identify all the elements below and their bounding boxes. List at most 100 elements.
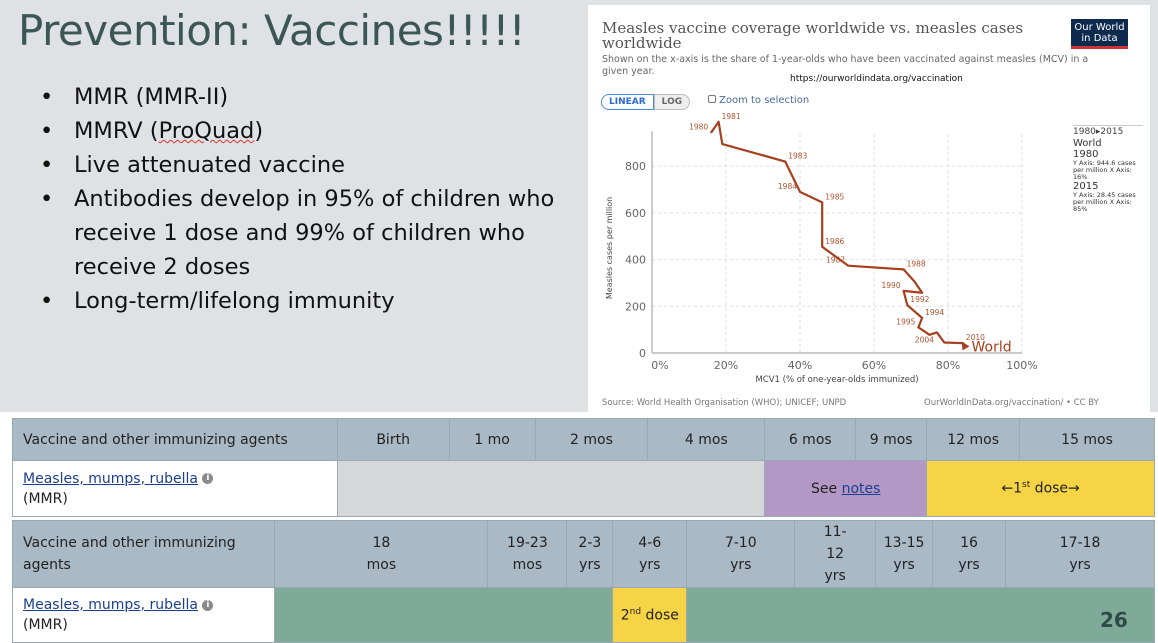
table-row: Measles, mumps, rubella i (MMR) 2nd dose xyxy=(11,587,1155,643)
data-label-1991: 1990 xyxy=(882,281,901,290)
header-cell: 15 mos xyxy=(1019,418,1155,461)
table-row: Measles, mumps, rubella i (MMR) See notes… xyxy=(12,460,1155,517)
dose-text: 2 xyxy=(620,607,630,624)
data-label-1984: 1984 xyxy=(778,182,797,191)
legend-end-detail: Y Axis: 28.45 cases per million X Axis: … xyxy=(1073,191,1136,213)
data-point-1986 xyxy=(821,245,824,248)
header-cell: 2 mos xyxy=(534,418,649,461)
first-dose-cell: ←1st dose→ xyxy=(926,460,1155,517)
bullet-list: MMR (MMR-II) MMRV (ProQuad) Live attenua… xyxy=(40,80,560,318)
no-recommendation-cell xyxy=(336,460,766,517)
schedule-table-child: Vaccine and other immunizing agents 18 m… xyxy=(11,520,1155,643)
bullet-item: Antibodies develop in 95% of children wh… xyxy=(40,182,560,284)
vaccine-abbr: (MMR) xyxy=(23,617,68,633)
vaccine-name-cell: Measles, mumps, rubella i (MMR) xyxy=(11,587,276,643)
header-cell: 13-15 yrs xyxy=(875,520,934,588)
chart-credit[interactable]: OurWorldInData.org/vaccination/ • CC BY xyxy=(924,398,1099,408)
y-tick-label: 400 xyxy=(625,254,646,267)
scale-toggle: LINEAR LOG xyxy=(601,94,691,110)
header-cell: 11-12 yrs xyxy=(794,520,877,588)
series-end-arrow xyxy=(961,341,970,351)
data-point-1980 xyxy=(710,131,713,134)
legend-entity: World xyxy=(1073,138,1102,149)
page-number: 26 xyxy=(1100,608,1128,632)
catch-up-cell xyxy=(686,587,1155,643)
data-point-2008 xyxy=(943,341,946,344)
bullet-item: Live attenuated vaccine xyxy=(40,148,560,182)
vaccine-link[interactable]: Measles, mumps, rubella xyxy=(23,471,198,487)
dose-sup: st xyxy=(1022,480,1031,491)
zoom-to-selection-checkbox[interactable]: Zoom to selection xyxy=(708,95,809,106)
header-cell: Birth xyxy=(336,418,450,461)
chart-panel: 0 200 400 600 800 0% 20% 40% 60% 80% 100% MCV1 (% o… xyxy=(588,5,1150,412)
schedule-table-infant: Vaccine and other immunizing agents Birt… xyxy=(12,418,1155,517)
legend-start-detail: Y Axis: 944.6 cases per million X Axis: … xyxy=(1073,159,1136,181)
notes-link[interactable]: notes xyxy=(842,481,881,497)
data-point-1994 xyxy=(921,316,924,319)
data-label-1994: 1994 xyxy=(925,308,944,317)
vaccine-abbr: (MMR) xyxy=(23,490,68,507)
y-axis-label: Measles cases per million xyxy=(605,197,614,299)
info-icon[interactable]: i xyxy=(202,599,214,611)
header-cell: 17-18 yrs xyxy=(1005,520,1155,588)
data-label-2004: 2004 xyxy=(915,335,934,344)
time-range[interactable]: 1980▸2015 xyxy=(1073,127,1143,137)
header-cell: 1 mo xyxy=(448,418,536,461)
catch-up-cell xyxy=(274,587,614,643)
y-tick-label: 200 xyxy=(625,300,646,313)
dose-text: dose xyxy=(641,607,679,624)
y-tick-label: 800 xyxy=(625,160,646,173)
chart-source: Source: World Health Organisation (WHO);… xyxy=(602,398,847,408)
data-point-1985 xyxy=(821,201,824,204)
header-cell: 16 yrs xyxy=(932,520,1007,588)
info-icon[interactable]: i xyxy=(202,473,214,484)
x-tick-label: 40% xyxy=(788,359,812,372)
y-tick-label: 600 xyxy=(625,207,646,220)
data-label-1985: 1985 xyxy=(825,192,844,201)
header-cell: 19-23 mos xyxy=(487,520,568,588)
dose-text: ←1 xyxy=(1001,480,1023,497)
data-point-1988 xyxy=(902,268,905,271)
data-label-1981: 1981 xyxy=(722,112,741,121)
series-label: World xyxy=(972,339,1012,355)
data-label-1992: 1992 xyxy=(910,295,929,304)
data-label-1987: 1987 xyxy=(826,256,845,265)
data-label-1980: 1980 xyxy=(689,122,708,131)
data-point-1982 xyxy=(721,143,724,146)
see-notes-cell: See notes xyxy=(764,460,928,517)
header-cell: Vaccine and other immunizing agents xyxy=(11,520,276,588)
header-cell: 7-10 yrs xyxy=(686,520,796,588)
slide-title: Prevention: Vaccines!!!!! xyxy=(18,6,526,55)
data-point-1991 xyxy=(902,289,905,292)
zoom-label: Zoom to selection xyxy=(719,95,810,106)
header-cell: 4 mos xyxy=(647,418,766,461)
table-header-row: Vaccine and other immunizing agents Birt… xyxy=(12,418,1155,461)
x-tick-label: 60% xyxy=(862,359,886,372)
data-label-1988: 1988 xyxy=(907,259,926,268)
log-scale-button[interactable]: LOG xyxy=(653,94,691,110)
bullet-text: MMRV ( xyxy=(74,118,159,144)
vaccine-name-cell: Measles, mumps, rubella i (MMR) xyxy=(12,460,338,517)
chart-legend: 1980▸2015 World 1980 Y Axis: 944.6 cases… xyxy=(1073,125,1143,213)
data-point-1984 xyxy=(799,190,801,193)
header-cell: 4-6 yrs xyxy=(612,520,688,588)
x-tick-label: 0% xyxy=(651,359,668,372)
data-point-1995 xyxy=(917,326,920,329)
data-point-1981 xyxy=(717,120,720,123)
url-overlay[interactable]: https://ourworldindata.org/vaccination xyxy=(790,74,963,84)
header-cell: 12 mos xyxy=(926,418,1021,461)
x-tick-label: 80% xyxy=(936,359,960,372)
data-label-1986: 1986 xyxy=(825,237,844,246)
y-tick-label: 0 xyxy=(639,347,646,360)
data-point-1990 xyxy=(921,291,924,294)
linear-scale-button[interactable]: LINEAR xyxy=(601,94,654,110)
header-cell: 18 mos xyxy=(274,520,489,588)
vaccine-link[interactable]: Measles, mumps, rubella xyxy=(23,597,198,613)
bullet-item: Long-term/lifelong immunity xyxy=(40,284,560,318)
header-cell: 6 mos xyxy=(764,418,857,461)
data-point-1989 xyxy=(913,280,916,283)
dose-sup: nd xyxy=(629,606,642,617)
checkbox-icon[interactable] xyxy=(708,95,716,103)
owid-logo[interactable]: Our World in Data xyxy=(1071,19,1128,49)
data-point-2004 xyxy=(935,331,938,334)
